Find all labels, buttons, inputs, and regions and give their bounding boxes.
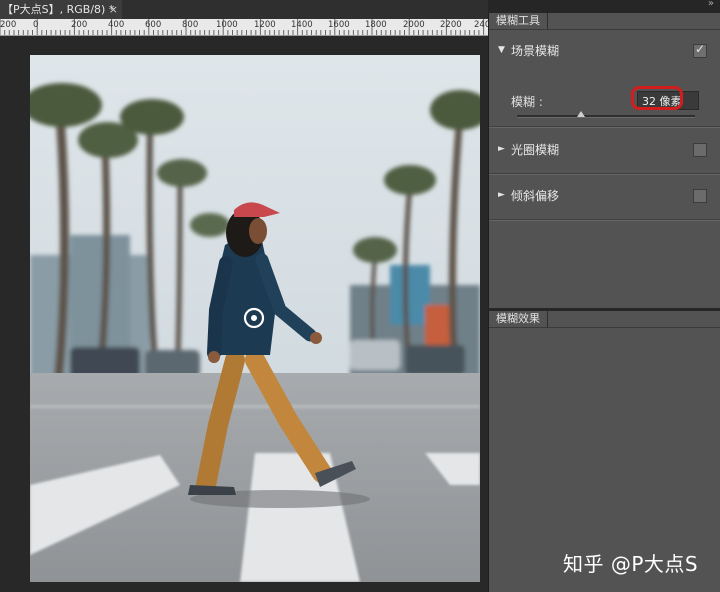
section-field-blur[interactable]: ▼ 场景模糊 bbox=[489, 30, 720, 74]
divider bbox=[489, 327, 720, 328]
field-blur-checkbox[interactable] bbox=[693, 42, 707, 58]
document-tab[interactable]: 【P大点S】, RGB/8) * × bbox=[0, 0, 123, 19]
iris-blur-checkbox[interactable] bbox=[693, 143, 707, 157]
ruler-label: 200 bbox=[71, 20, 88, 30]
blur-slider-thumb[interactable] bbox=[577, 111, 586, 117]
collapse-panels-icon[interactable]: » bbox=[708, 0, 714, 9]
ruler-label: 2000 bbox=[403, 20, 425, 30]
photo-canvas[interactable] bbox=[30, 55, 480, 582]
ruler-label: 1800 bbox=[365, 20, 387, 30]
section-iris-blur[interactable]: ► 光圈模糊 bbox=[489, 129, 720, 173]
ruler-label: 2200 bbox=[440, 20, 462, 30]
collapsed-triangle-icon[interactable]: ► bbox=[498, 144, 505, 154]
blur-amount-label: 模糊 : bbox=[511, 95, 543, 109]
tab-blur-effects[interactable]: 模糊效果 bbox=[489, 311, 548, 327]
ruler-label: 600 bbox=[145, 20, 162, 30]
horizontal-ruler[interactable]: 200 0 200 400 600 800 1000 1200 1400 160… bbox=[0, 19, 490, 36]
expand-triangle-icon[interactable]: ▼ bbox=[498, 45, 505, 55]
collapsed-triangle-icon[interactable]: ► bbox=[498, 190, 505, 200]
section-tilt-shift-label[interactable]: 倾斜偏移 bbox=[511, 187, 559, 204]
ruler-label: 1600 bbox=[328, 20, 350, 30]
street-photo bbox=[30, 55, 480, 582]
tilt-shift-checkbox[interactable] bbox=[693, 189, 707, 203]
ruler-label: 1200 bbox=[254, 20, 276, 30]
ruler-label: 800 bbox=[182, 20, 199, 30]
tab-blur-tools[interactable]: 模糊工具 bbox=[489, 13, 548, 29]
highlight-circle bbox=[631, 86, 683, 110]
document-tab-title[interactable]: 【P大点S】, RGB/8) * bbox=[0, 3, 114, 16]
ruler-label: 400 bbox=[108, 20, 125, 30]
close-icon[interactable]: × bbox=[109, 0, 118, 19]
ruler-label: 1400 bbox=[291, 20, 313, 30]
panel-dock-header: » bbox=[488, 0, 720, 14]
ruler-label: 1000 bbox=[216, 20, 238, 30]
divider bbox=[489, 127, 720, 128]
blur-slider-track[interactable] bbox=[517, 115, 695, 118]
section-iris-blur-label[interactable]: 光圈模糊 bbox=[511, 141, 559, 158]
section-field-blur-label[interactable]: 场景模糊 bbox=[511, 42, 559, 59]
watermark: 知乎 @P大点S bbox=[563, 552, 699, 576]
section-tilt-shift[interactable]: ► 倾斜偏移 bbox=[489, 175, 720, 219]
divider bbox=[489, 220, 720, 221]
blur-tools-panel: 模糊工具 ▼ 场景模糊 模糊 : 32 像素 ► 光圈模糊 ► 倾斜偏移 bbox=[488, 13, 720, 308]
tab-bar-background bbox=[122, 0, 488, 20]
ruler-label: 0 bbox=[33, 20, 39, 30]
ruler-label: 200 bbox=[0, 20, 17, 30]
